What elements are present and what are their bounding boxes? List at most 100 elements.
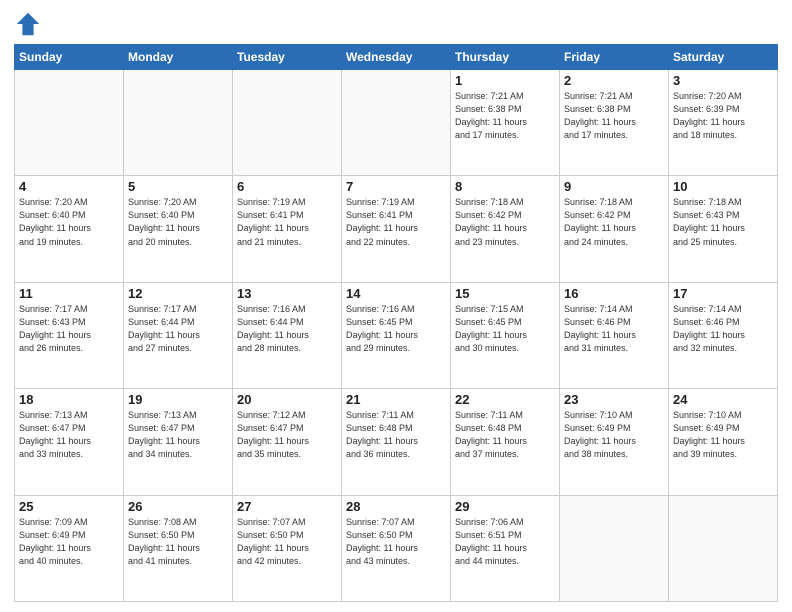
calendar-cell: 2 Sunrise: 7:21 AM Sunset: 6:38 PM Daylig…: [560, 70, 669, 176]
day-info: Sunrise: 7:13 AM Sunset: 6:47 PM Dayligh…: [128, 409, 228, 461]
column-header-wednesday: Wednesday: [342, 45, 451, 70]
calendar-cell: 1Sunrise: 7:21 AM Sunset: 6:38 PM Daylig…: [451, 70, 560, 176]
calendar-cell: 11 Sunrise: 7:17 AM Sunset: 6:43 PM Dayli…: [15, 282, 124, 388]
day-number: 5: [128, 179, 228, 194]
calendar-cell: 21 Sunrise: 7:11 AM Sunset: 6:48 PM Dayli…: [342, 389, 451, 495]
calendar-cell: 3Sunrise: 7:20 AM Sunset: 6:39 PM Daylig…: [669, 70, 778, 176]
day-number: 19: [128, 392, 228, 407]
day-info: Sunrise: 7:20 AM Sunset: 6:40 PM Dayligh…: [128, 196, 228, 248]
day-number: 16: [564, 286, 664, 301]
day-info: Sunrise: 7:08 AM Sunset: 6:50 PM Dayligh…: [128, 516, 228, 568]
day-number: 8: [455, 179, 555, 194]
day-number: 4: [19, 179, 119, 194]
calendar-cell: 14 Sunrise: 7:16 AM Sunset: 6:45 PM Dayli…: [342, 282, 451, 388]
day-info: Sunrise: 7:13 AM Sunset: 6:47 PM Dayligh…: [19, 409, 119, 461]
day-info: Sunrise: 7:10 AM Sunset: 6:49 PM Dayligh…: [564, 409, 664, 461]
day-info: Sunrise: 7:21 AM Sunset: 6:38 PM Dayligh…: [564, 90, 664, 142]
day-info: Sunrise: 7:17 AM Sunset: 6:44 PM Dayligh…: [128, 303, 228, 355]
day-info: Sunrise: 7:16 AM Sunset: 6:45 PM Dayligh…: [346, 303, 446, 355]
header: [14, 10, 778, 38]
calendar-table: SundayMondayTuesdayWednesdayThursdayFrid…: [14, 44, 778, 602]
day-number: 29: [455, 499, 555, 514]
day-number: 28: [346, 499, 446, 514]
day-number: 7: [346, 179, 446, 194]
day-number: 23: [564, 392, 664, 407]
calendar-week-row: 1 Sunrise: 7:21 AM Sunset: 6:38 PM Daylig…: [15, 70, 778, 176]
logo: [14, 10, 46, 38]
calendar-cell: [560, 495, 669, 601]
calendar-cell: 23 Sunrise: 7:10 AM Sunset: 6:49 PM Dayli…: [560, 389, 669, 495]
day-info: Sunrise: 7:07 AM Sunset: 6:50 PM Dayligh…: [237, 516, 337, 568]
logo-icon: [14, 10, 42, 38]
calendar-week-row: 18 Sunrise: 7:13 AM Sunset: 6:47 PM Dayli…: [15, 389, 778, 495]
day-info: Sunrise: 7:06 AM Sunset: 6:51 PM Dayligh…: [455, 516, 555, 568]
day-info: Sunrise: 7:14 AM Sunset: 6:46 PM Dayligh…: [673, 303, 773, 355]
day-info: Sunrise: 7:09 AM Sunset: 6:49 PM Dayligh…: [19, 516, 119, 568]
day-number: 18: [19, 392, 119, 407]
calendar-cell: 24 Sunrise: 7:10 AM Sunset: 6:49 PM Dayli…: [669, 389, 778, 495]
calendar-cell: 20 Sunrise: 7:12 AM Sunset: 6:47 PM Dayli…: [233, 389, 342, 495]
column-header-saturday: Saturday: [669, 45, 778, 70]
day-info: Sunrise: 7:19 AM Sunset: 6:41 PM Dayligh…: [346, 196, 446, 248]
calendar-cell: 25 Sunrise: 7:09 AM Sunset: 6:49 PM Dayli…: [15, 495, 124, 601]
day-number: 14: [346, 286, 446, 301]
calendar-cell: 5 Sunrise: 7:20 AM Sunset: 6:40 PM Daylig…: [124, 176, 233, 282]
calendar-cell: 16Sunrise: 7:14 AM Sunset: 6:46 PM Dayli…: [560, 282, 669, 388]
day-info: Sunrise: 7:18 AM Sunset: 6:42 PM Dayligh…: [564, 196, 664, 248]
day-number: 6: [237, 179, 337, 194]
day-number: 10: [673, 179, 773, 194]
day-info: Sunrise: 7:16 AM Sunset: 6:44 PM Dayligh…: [237, 303, 337, 355]
day-info: Sunrise: 7:12 AM Sunset: 6:47 PM Dayligh…: [237, 409, 337, 461]
calendar-cell: 7 Sunrise: 7:19 AM Sunset: 6:41 PM Daylig…: [342, 176, 451, 282]
day-info: Sunrise: 7:18 AM Sunset: 6:42 PM Dayligh…: [455, 196, 555, 248]
day-number: 26: [128, 499, 228, 514]
calendar-cell: 19 Sunrise: 7:13 AM Sunset: 6:47 PM Dayli…: [124, 389, 233, 495]
day-number: 13: [237, 286, 337, 301]
day-number: 12: [128, 286, 228, 301]
calendar-cell: [15, 70, 124, 176]
day-number: 20: [237, 392, 337, 407]
day-number: 22: [455, 392, 555, 407]
calendar-week-row: 4 Sunrise: 7:20 AM Sunset: 6:40 PM Daylig…: [15, 176, 778, 282]
day-info: Sunrise: 7:10 AM Sunset: 6:49 PM Dayligh…: [673, 409, 773, 461]
calendar-cell: 13 Sunrise: 7:16 AM Sunset: 6:44 PM Dayli…: [233, 282, 342, 388]
column-header-sunday: Sunday: [15, 45, 124, 70]
column-header-monday: Monday: [124, 45, 233, 70]
calendar-cell: [124, 70, 233, 176]
day-number: 2: [564, 73, 664, 88]
day-info: Sunrise: 7:07 AM Sunset: 6:50 PM Dayligh…: [346, 516, 446, 568]
calendar-cell: 26 Sunrise: 7:08 AM Sunset: 6:50 PM Dayli…: [124, 495, 233, 601]
column-header-thursday: Thursday: [451, 45, 560, 70]
calendar-cell: 18 Sunrise: 7:13 AM Sunset: 6:47 PM Dayli…: [15, 389, 124, 495]
calendar-cell: 10Sunrise: 7:18 AM Sunset: 6:43 PM Dayli…: [669, 176, 778, 282]
day-number: 25: [19, 499, 119, 514]
day-number: 11: [19, 286, 119, 301]
day-number: 21: [346, 392, 446, 407]
day-number: 24: [673, 392, 773, 407]
calendar-cell: [669, 495, 778, 601]
day-info: Sunrise: 7:11 AM Sunset: 6:48 PM Dayligh…: [346, 409, 446, 461]
day-info: Sunrise: 7:19 AM Sunset: 6:41 PM Dayligh…: [237, 196, 337, 248]
day-number: 1: [455, 73, 555, 88]
calendar-cell: 4Sunrise: 7:20 AM Sunset: 6:40 PM Daylig…: [15, 176, 124, 282]
calendar-cell: 17 Sunrise: 7:14 AM Sunset: 6:46 PM Dayli…: [669, 282, 778, 388]
column-header-friday: Friday: [560, 45, 669, 70]
day-info: Sunrise: 7:20 AM Sunset: 6:39 PM Dayligh…: [673, 90, 773, 142]
day-info: Sunrise: 7:15 AM Sunset: 6:45 PM Dayligh…: [455, 303, 555, 355]
day-number: 27: [237, 499, 337, 514]
page: SundayMondayTuesdayWednesdayThursdayFrid…: [0, 0, 792, 612]
calendar-cell: 15 Sunrise: 7:15 AM Sunset: 6:45 PM Dayli…: [451, 282, 560, 388]
column-header-tuesday: Tuesday: [233, 45, 342, 70]
calendar-cell: 22 Sunrise: 7:11 AM Sunset: 6:48 PM Dayli…: [451, 389, 560, 495]
day-info: Sunrise: 7:17 AM Sunset: 6:43 PM Dayligh…: [19, 303, 119, 355]
day-info: Sunrise: 7:11 AM Sunset: 6:48 PM Dayligh…: [455, 409, 555, 461]
day-number: 9: [564, 179, 664, 194]
calendar-cell: 6 Sunrise: 7:19 AM Sunset: 6:41 PM Daylig…: [233, 176, 342, 282]
day-number: 15: [455, 286, 555, 301]
day-number: 17: [673, 286, 773, 301]
calendar-cell: 28 Sunrise: 7:07 AM Sunset: 6:50 PM Dayli…: [342, 495, 451, 601]
calendar-cell: 12 Sunrise: 7:17 AM Sunset: 6:44 PM Dayli…: [124, 282, 233, 388]
calendar-cell: [342, 70, 451, 176]
calendar-cell: 9 Sunrise: 7:18 AM Sunset: 6:42 PM Daylig…: [560, 176, 669, 282]
calendar-cell: 8 Sunrise: 7:18 AM Sunset: 6:42 PM Daylig…: [451, 176, 560, 282]
